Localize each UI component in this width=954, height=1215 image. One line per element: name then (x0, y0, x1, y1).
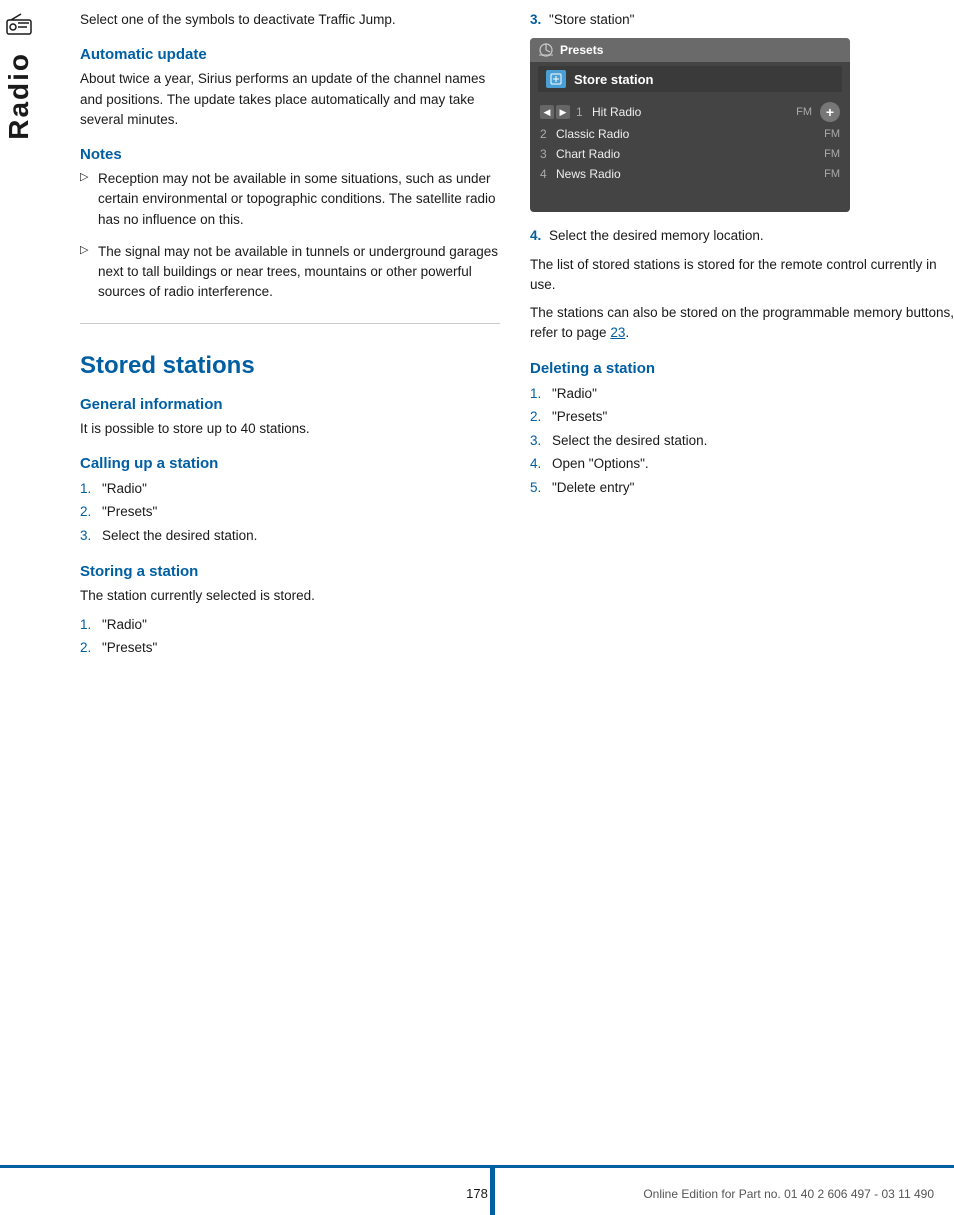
store-icon-svg (550, 73, 562, 85)
item-type-2: FM (824, 128, 840, 140)
stored-stations-heading: Stored stations (80, 352, 500, 380)
item-type-1: FM (796, 106, 812, 118)
right-column: 3. "Store station" Presets (520, 10, 954, 661)
notes-list: Reception may not be available in some s… (80, 169, 500, 303)
intro-text: Select one of the symbols to deactivate … (80, 10, 500, 30)
deleting-station-list: 1."Radio" 2."Presets" 3.Select the desir… (530, 383, 954, 499)
page-number: 178 (466, 1186, 488, 1201)
deleting-station-heading: Deleting a station (530, 360, 954, 377)
item-name-3: Chart Radio (556, 147, 824, 161)
main-content: Select one of the symbols to deactivate … (60, 0, 954, 681)
storing-step-2: 2."Presets" (80, 637, 500, 659)
page-link[interactable]: 23 (610, 325, 625, 340)
delete-step-4: 4.Open "Options". (530, 453, 954, 475)
side-tab: Radio (0, 0, 38, 260)
storing-station-list: 1."Radio" 2."Presets" (80, 614, 500, 659)
ui-list-row-1: ◀ ▶ 1 Hit Radio FM + (530, 100, 850, 124)
item-type-4: FM (824, 168, 840, 180)
page-container: Radio Select one of the symbols to deact… (0, 0, 954, 1215)
general-information-heading: General information (80, 396, 500, 413)
item-num-2: 2 (540, 127, 556, 141)
calling-up-station-list: 1."Radio" 2."Presets" 3.Select the desir… (80, 478, 500, 547)
item-num-3: 3 (540, 147, 556, 161)
item-name-1: Hit Radio (592, 105, 796, 119)
storing-step-1: 1."Radio" (80, 614, 500, 636)
presets-icon (538, 42, 554, 58)
calling-step-2: 2."Presets" (80, 501, 500, 523)
automatic-update-body: About twice a year, Sirius performs an u… (80, 69, 500, 130)
notes-heading: Notes (80, 146, 500, 163)
item-num-1: 1 (576, 105, 592, 119)
store-station-bar: Store station (538, 66, 842, 92)
calling-step-1: 1."Radio" (80, 478, 500, 500)
ui-list-item-4: 4 News Radio FM (530, 164, 850, 184)
automatic-update-heading: Automatic update (80, 46, 500, 63)
delete-step-2: 2."Presets" (530, 406, 954, 428)
item-name-4: News Radio (556, 167, 824, 181)
step3-label: 3. "Store station" (530, 10, 954, 30)
radio-icon (5, 10, 33, 38)
delete-step-1: 1."Radio" (530, 383, 954, 405)
plus-button: + (820, 102, 840, 122)
ui-screenshot: Presets Store station (530, 38, 850, 212)
ui-titlebar: Presets (530, 38, 850, 62)
footer-blue-bar (490, 1168, 495, 1215)
note-item-2: The signal may not be available in tunne… (80, 242, 500, 303)
left-column: Select one of the symbols to deactivate … (80, 10, 520, 661)
item-num-4: 4 (540, 167, 556, 181)
nav-arrows: ◀ ▶ (540, 105, 570, 119)
storing-station-heading: Storing a station (80, 563, 500, 580)
side-tab-label: Radio (3, 52, 35, 140)
item-name-2: Classic Radio (556, 127, 824, 141)
general-information-body: It is possible to store up to 40 station… (80, 419, 500, 439)
delete-step-5: 5."Delete entry" (530, 477, 954, 499)
stored-text2: The stations can also be stored on the p… (530, 303, 954, 344)
store-station-icon (546, 70, 566, 88)
footer-edition: Online Edition for Part no. 01 40 2 606 … (643, 1187, 934, 1201)
left-arrow: ◀ (540, 105, 554, 119)
ui-list-item-3: 3 Chart Radio FM (530, 144, 850, 164)
calling-step-3: 3.Select the desired station. (80, 525, 500, 547)
ui-station-list: ◀ ▶ 1 Hit Radio FM + 2 Classic Radio FM (530, 96, 850, 212)
ui-empty-row (530, 184, 850, 208)
ui-list-item-2: 2 Classic Radio FM (530, 124, 850, 144)
right-arrow: ▶ (556, 105, 570, 119)
note-item-1: Reception may not be available in some s… (80, 169, 500, 230)
calling-up-station-heading: Calling up a station (80, 455, 500, 472)
ui-titlebar-text: Presets (560, 43, 603, 57)
store-station-label: Store station (574, 72, 653, 87)
stored-text1: The list of stored stations is stored fo… (530, 255, 954, 296)
section-divider (80, 323, 500, 324)
step4-text: 4. Select the desired memory location. (530, 226, 954, 246)
footer: 178 Online Edition for Part no. 01 40 2 … (0, 1165, 954, 1215)
delete-step-3: 3.Select the desired station. (530, 430, 954, 452)
storing-station-body: The station currently selected is stored… (80, 586, 500, 606)
item-type-3: FM (824, 148, 840, 160)
